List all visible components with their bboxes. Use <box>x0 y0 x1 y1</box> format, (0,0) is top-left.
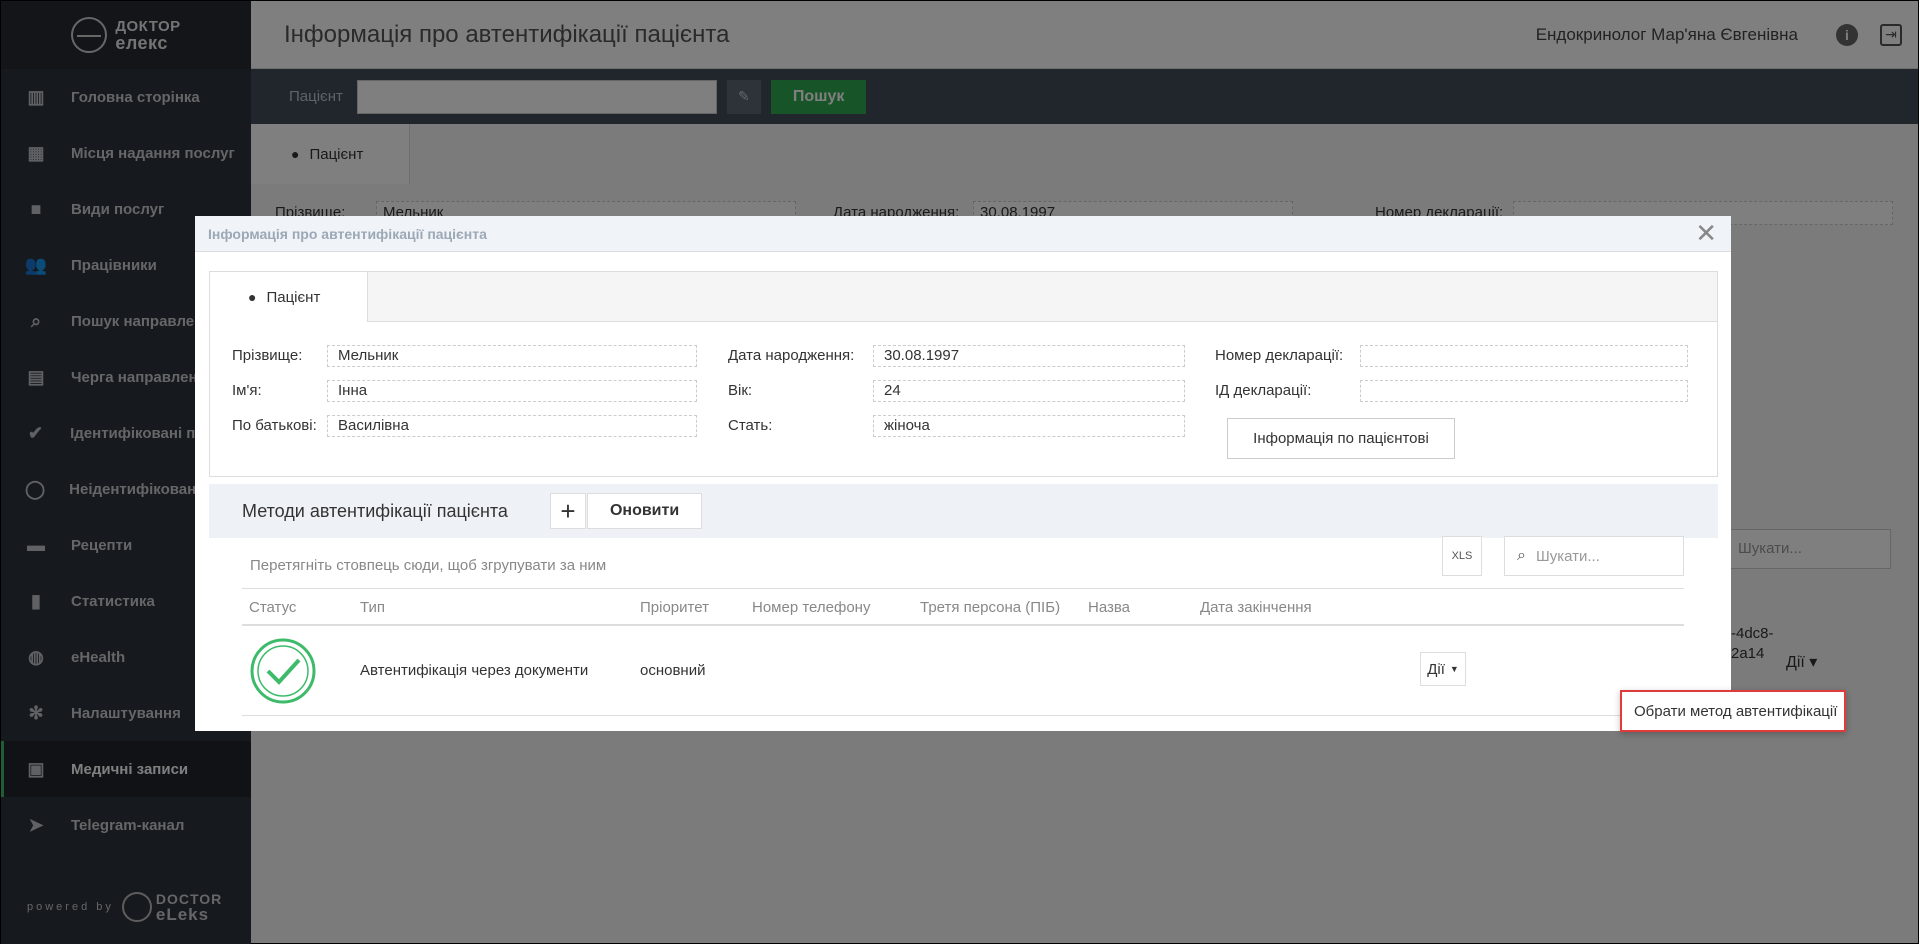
age-field: 24 <box>873 380 1185 402</box>
col-phone[interactable]: Номер телефону <box>752 599 870 616</box>
dob-label: Дата народження: <box>728 347 855 364</box>
patient-info-button[interactable]: Інформація по пацієнтові <box>1227 418 1455 459</box>
status-check-icon <box>250 638 316 704</box>
decl-id-label: ІД декларації: <box>1215 382 1312 399</box>
surname-label: Прізвище: <box>232 347 303 364</box>
col-name[interactable]: Назва <box>1088 599 1130 616</box>
group-panel-hint[interactable]: Перетягніть стовпець сюди, щоб згрупуват… <box>250 557 606 574</box>
patronymic-field: Василівна <box>327 415 697 437</box>
surname-field: Мельник <box>327 345 697 367</box>
card-tabs: ● Пацієнт <box>210 272 1717 322</box>
dob-field: 30.08.1997 <box>873 345 1185 367</box>
sex-label: Стать: <box>728 417 773 434</box>
export-excel-icon: XLS <box>1451 550 1473 562</box>
caret-down-icon: ▼ <box>1449 664 1459 674</box>
age-label: Вік: <box>728 382 753 399</box>
grid-search-placeholder: Шукати... <box>1535 547 1600 565</box>
actions-label: Дії <box>1427 660 1445 678</box>
patient-card: ● Пацієнт Прізвище: Мельник Ім'я: Інна П… <box>209 271 1718 477</box>
grid-search-input[interactable]: ⌕ Шукати... <box>1504 536 1684 576</box>
decl-id-field <box>1360 380 1688 402</box>
actions-dropdown-button[interactable]: Дії ▼ <box>1420 652 1466 686</box>
grid-header: Статус Тип Пріоритет Номер телефону Трет… <box>242 588 1684 626</box>
col-third-person[interactable]: Третя персона (ПІБ) <box>920 599 1060 616</box>
export-button[interactable]: XLS <box>1442 536 1482 576</box>
patronymic-label: По батькові: <box>232 417 317 434</box>
tab-patient-label: Пацієнт <box>266 288 321 306</box>
tab-patient[interactable]: ● Пацієнт <box>210 272 368 322</box>
col-status[interactable]: Статус <box>249 599 296 616</box>
search-icon: ⌕ <box>1517 547 1526 564</box>
close-icon[interactable]: ✕ <box>1695 220 1717 246</box>
select-auth-method-item[interactable]: Обрати метод автентифікації <box>1620 690 1846 732</box>
col-priority[interactable]: Пріоритет <box>640 599 709 616</box>
auth-info-modal: Інформація про автентифікації пацієнта ✕… <box>195 216 1731 731</box>
refresh-button[interactable]: Оновити <box>586 493 703 529</box>
plus-icon: + <box>560 495 576 526</box>
add-method-button[interactable]: + <box>549 493 586 529</box>
name-label: Ім'я: <box>232 382 262 399</box>
person-icon: ● <box>248 289 257 305</box>
methods-title: Методи автентифікації пацієнта <box>242 500 508 521</box>
col-expiry[interactable]: Дата закінчення <box>1200 599 1312 616</box>
sex-field: жіноча <box>873 415 1185 437</box>
col-type[interactable]: Тип <box>360 599 385 616</box>
methods-toolbar: Методи автентифікації пацієнта + Оновити <box>209 484 1718 538</box>
cell-priority: основний <box>640 662 706 679</box>
modal-header: Інформація про автентифікації пацієнта ✕ <box>195 216 1731 252</box>
cell-type: Автентифікація через документи <box>360 662 589 679</box>
table-row: Автентифікація через документи основний … <box>242 626 1684 716</box>
name-field: Інна <box>327 380 697 402</box>
decl-number-label: Номер декларації: <box>1215 347 1344 364</box>
modal-title: Інформація про автентифікації пацієнта <box>208 225 487 242</box>
decl-number-field <box>1360 345 1688 367</box>
